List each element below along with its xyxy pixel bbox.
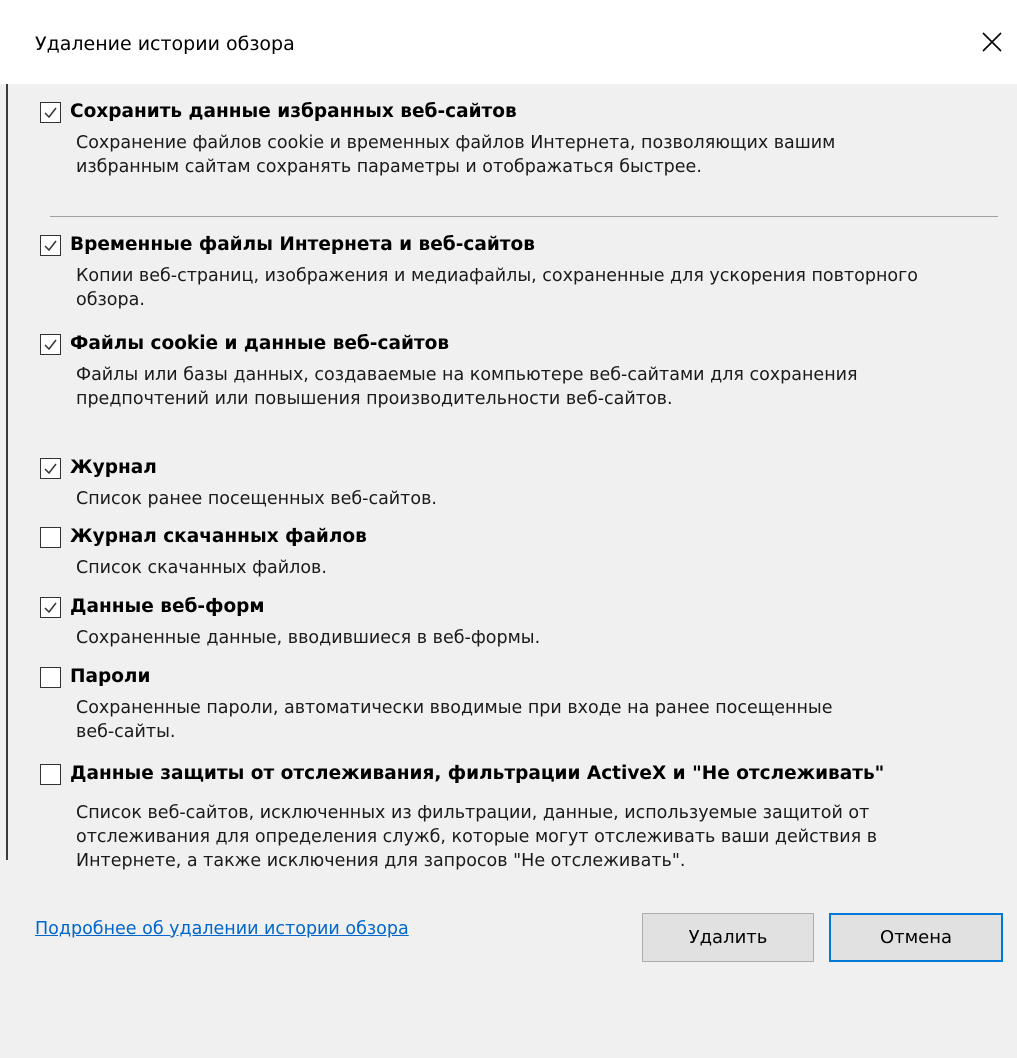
option-label: Данные защиты от отслеживания, фильтраци… xyxy=(70,763,885,784)
delete-browsing-history-dialog: Удаление истории обзора Сохранить данные… xyxy=(0,0,1017,1058)
description-line: Интернете, а также исключения для запрос… xyxy=(76,851,686,871)
close-button[interactable] xyxy=(970,20,1014,64)
checkbox[interactable] xyxy=(40,596,61,618)
dialog-title: Удаление истории обзора xyxy=(35,33,295,55)
checkmark-icon xyxy=(44,240,57,251)
option-description: Список веб-сайтов, исключенных из фильтр… xyxy=(76,801,1005,873)
description-line: Список ранее посещенных веб-сайтов. xyxy=(76,489,437,509)
option-checkbox-row[interactable]: Файлы cookie и данные веб-сайтов xyxy=(40,331,1005,357)
description-line: предпочтений или повышения производитель… xyxy=(76,389,673,409)
option-description: Список скачанных файлов. xyxy=(76,556,1005,580)
option-description: Список ранее посещенных веб-сайтов. xyxy=(76,487,1005,511)
description-line: Сохраненные данные, вводившиеся в веб-фо… xyxy=(76,628,541,648)
option-preserve-favorites: Сохранить данные избранных веб-сайтов Со… xyxy=(40,99,1005,179)
description-line: Сохраненные пароли, автоматически вводим… xyxy=(76,698,833,718)
option-tracking-protection: Данные защиты от отслеживания, фильтраци… xyxy=(40,761,1005,873)
checkmark-icon xyxy=(44,107,57,118)
checkbox[interactable] xyxy=(40,666,61,688)
option-checkbox-row[interactable]: Сохранить данные избранных веб-сайтов xyxy=(40,99,1005,125)
option-label: Сохранить данные избранных веб-сайтов xyxy=(70,101,517,122)
option-description: Сохраненные данные, вводившиеся в веб-фо… xyxy=(76,626,1005,650)
option-passwords: Пароли Сохраненные пароли, автоматически… xyxy=(40,664,1005,744)
description-line: веб-сайты. xyxy=(76,722,176,742)
checkbox[interactable] xyxy=(40,234,61,256)
option-label: Журнал скачанных файлов xyxy=(70,526,367,547)
option-checkbox-row[interactable]: Данные веб-форм xyxy=(40,594,1005,620)
option-description: Сохраненные пароли, автоматически вводим… xyxy=(76,696,1005,744)
option-description: Сохранение файлов cookie и временных фай… xyxy=(76,131,1005,179)
description-line: Список веб-сайтов, исключенных из фильтр… xyxy=(76,803,870,823)
description-line: Сохранение файлов cookie и временных фай… xyxy=(76,133,836,153)
option-form-data: Данные веб-форм Сохраненные данные, ввод… xyxy=(40,594,1005,650)
option-label: Временные файлы Интернета и веб-сайтов xyxy=(70,234,535,255)
checkbox[interactable] xyxy=(40,526,61,548)
checkmark-icon xyxy=(44,463,57,474)
description-line: обзора. xyxy=(76,290,145,310)
option-label: Журнал xyxy=(70,457,157,478)
checkmark-icon xyxy=(44,602,57,613)
option-checkbox-row[interactable]: Данные защиты от отслеживания, фильтраци… xyxy=(40,761,1005,787)
option-checkbox-row[interactable]: Журнал xyxy=(40,455,1005,481)
title-bar: Удаление истории обзора xyxy=(0,0,1017,84)
checkbox[interactable] xyxy=(40,101,61,123)
checkmark-icon xyxy=(44,339,57,350)
separator xyxy=(50,216,998,217)
option-download-history: Журнал скачанных файлов Список скачанных… xyxy=(40,524,1005,580)
option-label: Данные веб-форм xyxy=(70,596,265,617)
option-label: Файлы cookie и данные веб-сайтов xyxy=(70,333,450,354)
description-line: Список скачанных файлов. xyxy=(76,558,327,578)
description-line: Копии веб-страниц, изображения и медиафа… xyxy=(76,266,918,286)
option-history: Журнал Список ранее посещенных веб-сайто… xyxy=(40,455,1005,511)
cancel-button[interactable]: Отмена xyxy=(829,913,1003,962)
delete-button[interactable]: Удалить xyxy=(642,913,814,962)
option-checkbox-row[interactable]: Журнал скачанных файлов xyxy=(40,524,1005,550)
option-cookies: Файлы cookie и данные веб-сайтов Файлы и… xyxy=(40,331,1005,411)
description-line: избранным сайтам сохранять параметры и о… xyxy=(76,157,702,177)
close-icon xyxy=(982,32,1002,52)
checkbox[interactable] xyxy=(40,763,61,785)
option-label: Пароли xyxy=(70,666,151,687)
dialog-content: Сохранить данные избранных веб-сайтов Со… xyxy=(0,84,1017,1058)
option-description: Копии веб-страниц, изображения и медиафа… xyxy=(76,264,1005,312)
description-line: Файлы или базы данных, создаваемые на ко… xyxy=(76,365,858,385)
option-checkbox-row[interactable]: Пароли xyxy=(40,664,1005,690)
checkbox[interactable] xyxy=(40,333,61,355)
checkbox[interactable] xyxy=(40,457,61,479)
help-link[interactable]: Подробнее об удалении истории обзора xyxy=(35,917,409,941)
description-line: отслеживания для определения служб, кото… xyxy=(76,827,878,847)
option-temp-files: Временные файлы Интернета и веб-сайтов К… xyxy=(40,232,1005,312)
option-description: Файлы или базы данных, создаваемые на ко… xyxy=(76,363,1005,411)
option-checkbox-row[interactable]: Временные файлы Интернета и веб-сайтов xyxy=(40,232,1005,258)
